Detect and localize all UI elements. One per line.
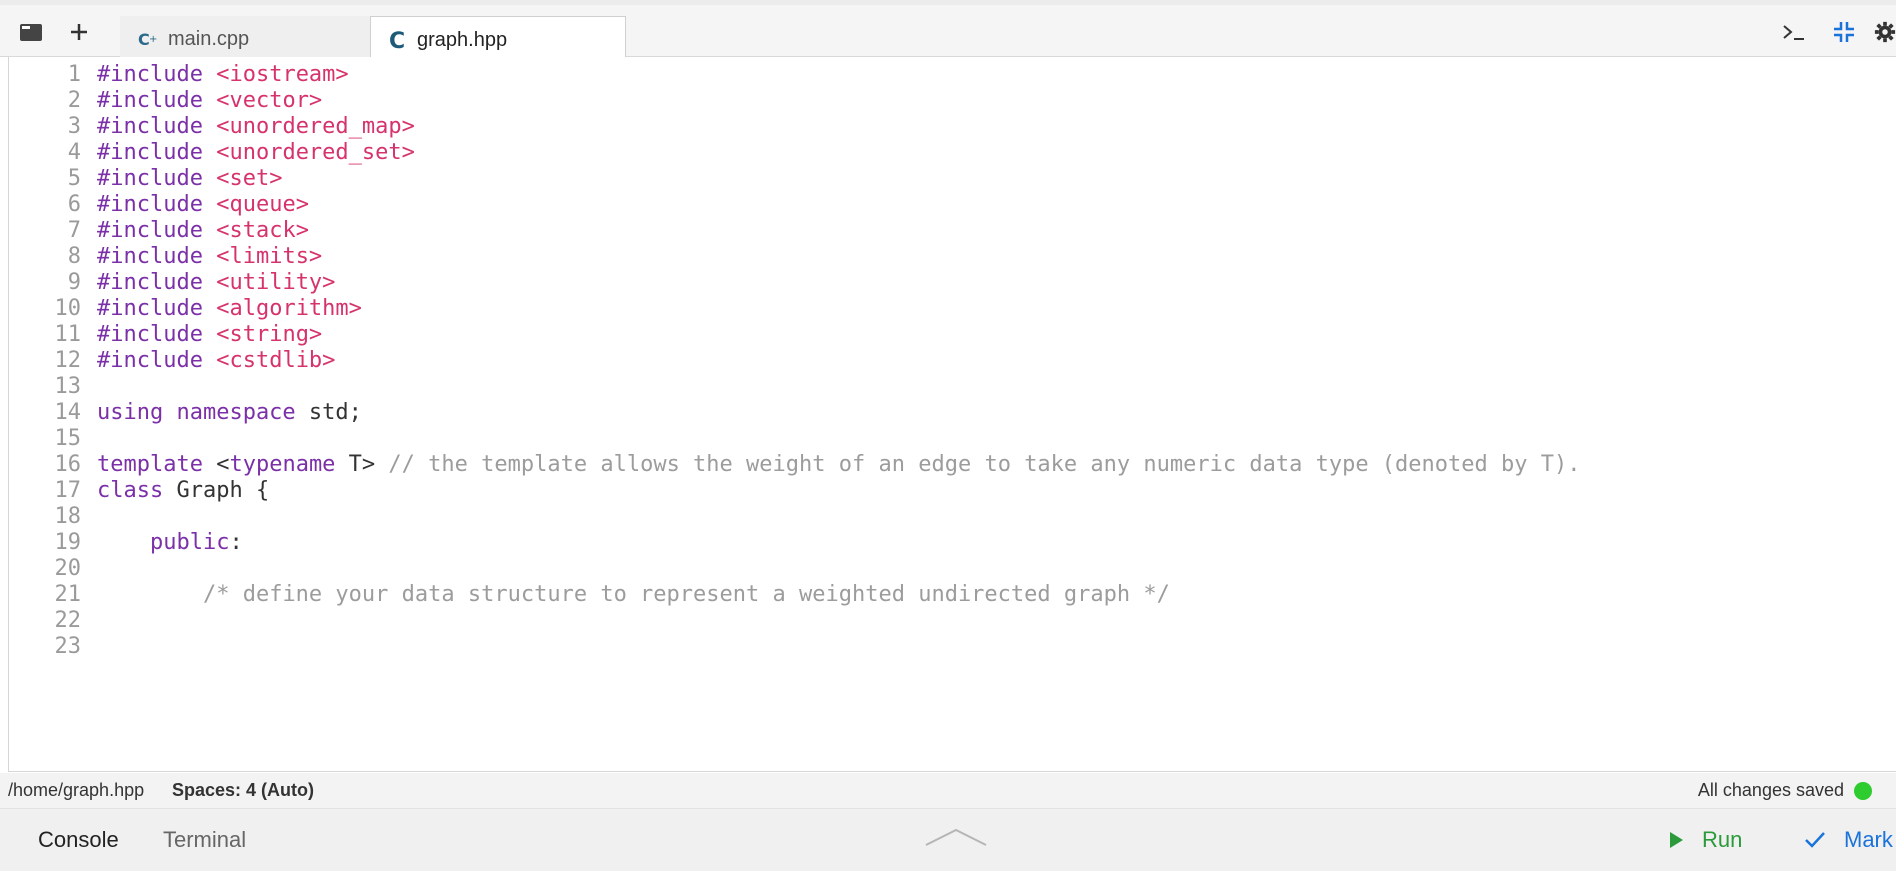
code-token: #include	[97, 88, 217, 113]
code-token: #include	[97, 348, 217, 373]
mark-button[interactable]: Mark	[1804, 827, 1893, 853]
code-token: <stack>	[216, 218, 309, 243]
file-browser-icon[interactable]	[14, 15, 48, 49]
code-token: std;	[295, 400, 362, 425]
code-token: #include	[97, 62, 217, 87]
tab-label: graph.hpp	[417, 28, 508, 51]
code-text: class Graph {	[97, 475, 269, 506]
code-token: <vector>	[216, 88, 323, 113]
save-status: All changes saved	[1697, 780, 1844, 800]
code-token: <unordered_map>	[216, 114, 415, 139]
code-token: <string>	[216, 322, 323, 347]
code-text: #include <cstdlib>	[97, 345, 335, 376]
code-token: #include	[97, 166, 217, 191]
bottom-panel-bar: Console Terminal Run Mark	[0, 808, 1896, 871]
code-token: typename	[229, 452, 336, 477]
code-token: <iostream>	[216, 62, 349, 87]
new-file-icon[interactable]	[62, 15, 96, 49]
code-text: template <typename T> // the template al…	[97, 449, 1580, 480]
code-token: #include	[97, 192, 217, 217]
code-token: // the template allows the weight of an …	[388, 452, 1581, 477]
checkmark-icon	[1804, 831, 1826, 849]
top-toolbar: C + main.cpp C graph.hpp	[0, 0, 1896, 63]
tab-console[interactable]: Console	[38, 827, 119, 853]
svg-text:C: C	[138, 30, 150, 49]
code-token: using namespace	[97, 400, 296, 425]
code-editor[interactable]: 1 #include <iostream> 2 #include <vector> 3 #…	[8, 57, 1896, 772]
tab-terminal[interactable]: Terminal	[163, 827, 246, 853]
code-token: public	[149, 530, 230, 555]
mark-label: Mark	[1844, 827, 1893, 852]
cpp-file-icon: C +	[138, 29, 160, 49]
tab-graph-hpp[interactable]: C graph.hpp	[370, 16, 626, 63]
code-token: #include	[97, 114, 217, 139]
code-token: <cstdlib>	[216, 348, 336, 373]
svg-text:+: +	[149, 34, 157, 45]
tab-main-cpp[interactable]: C + main.cpp	[120, 16, 370, 62]
code-token: <set>	[216, 166, 283, 191]
code-token: #include	[97, 218, 217, 243]
code-token: <limits>	[216, 244, 323, 269]
run-label: Run	[1702, 827, 1743, 852]
tab-label: main.cpp	[168, 27, 250, 50]
code-token: <unordered_set>	[216, 140, 415, 165]
code-token: <	[202, 452, 230, 477]
code-token: #include	[97, 322, 217, 347]
code-token: class	[97, 478, 164, 503]
saved-indicator-icon	[1854, 782, 1872, 800]
code-token: #include	[97, 270, 217, 295]
terminal-prompt-icon[interactable]	[1774, 15, 1814, 49]
code-token: <utility>	[216, 270, 336, 295]
line-number: 23	[54, 634, 82, 659]
code-token: #include	[97, 296, 217, 321]
code-token: /* define your data structure to represe…	[202, 582, 1170, 607]
collapse-icon[interactable]	[1824, 15, 1864, 49]
c-file-icon: C	[389, 29, 409, 51]
code-text: using namespace std;	[97, 397, 362, 428]
code-text: /* define your data structure to represe…	[97, 579, 1170, 610]
code-token: #include	[97, 244, 217, 269]
code-token: #include	[97, 140, 217, 165]
code-token: :	[229, 530, 243, 555]
run-button[interactable]: Run	[1668, 827, 1742, 853]
editor-tools	[1774, 15, 1896, 49]
code-token: <algorithm>	[216, 296, 362, 321]
code-token: T>	[335, 452, 389, 477]
svg-text:C: C	[389, 29, 405, 51]
code-token: template	[97, 452, 203, 477]
chevron-up-icon[interactable]	[924, 827, 988, 853]
gear-icon[interactable]	[1874, 15, 1896, 49]
code-token: <queue>	[216, 192, 309, 217]
code-text: public:	[97, 527, 243, 558]
file-path: /home/graph.hpp	[8, 780, 145, 800]
play-icon	[1668, 831, 1684, 849]
code-token: Graph {	[163, 478, 270, 503]
indentation-setting[interactable]: Spaces: 4 (Auto)	[172, 780, 314, 801]
status-bar: /home/graph.hpp Spaces: 4 (Auto) All cha…	[0, 773, 1896, 808]
